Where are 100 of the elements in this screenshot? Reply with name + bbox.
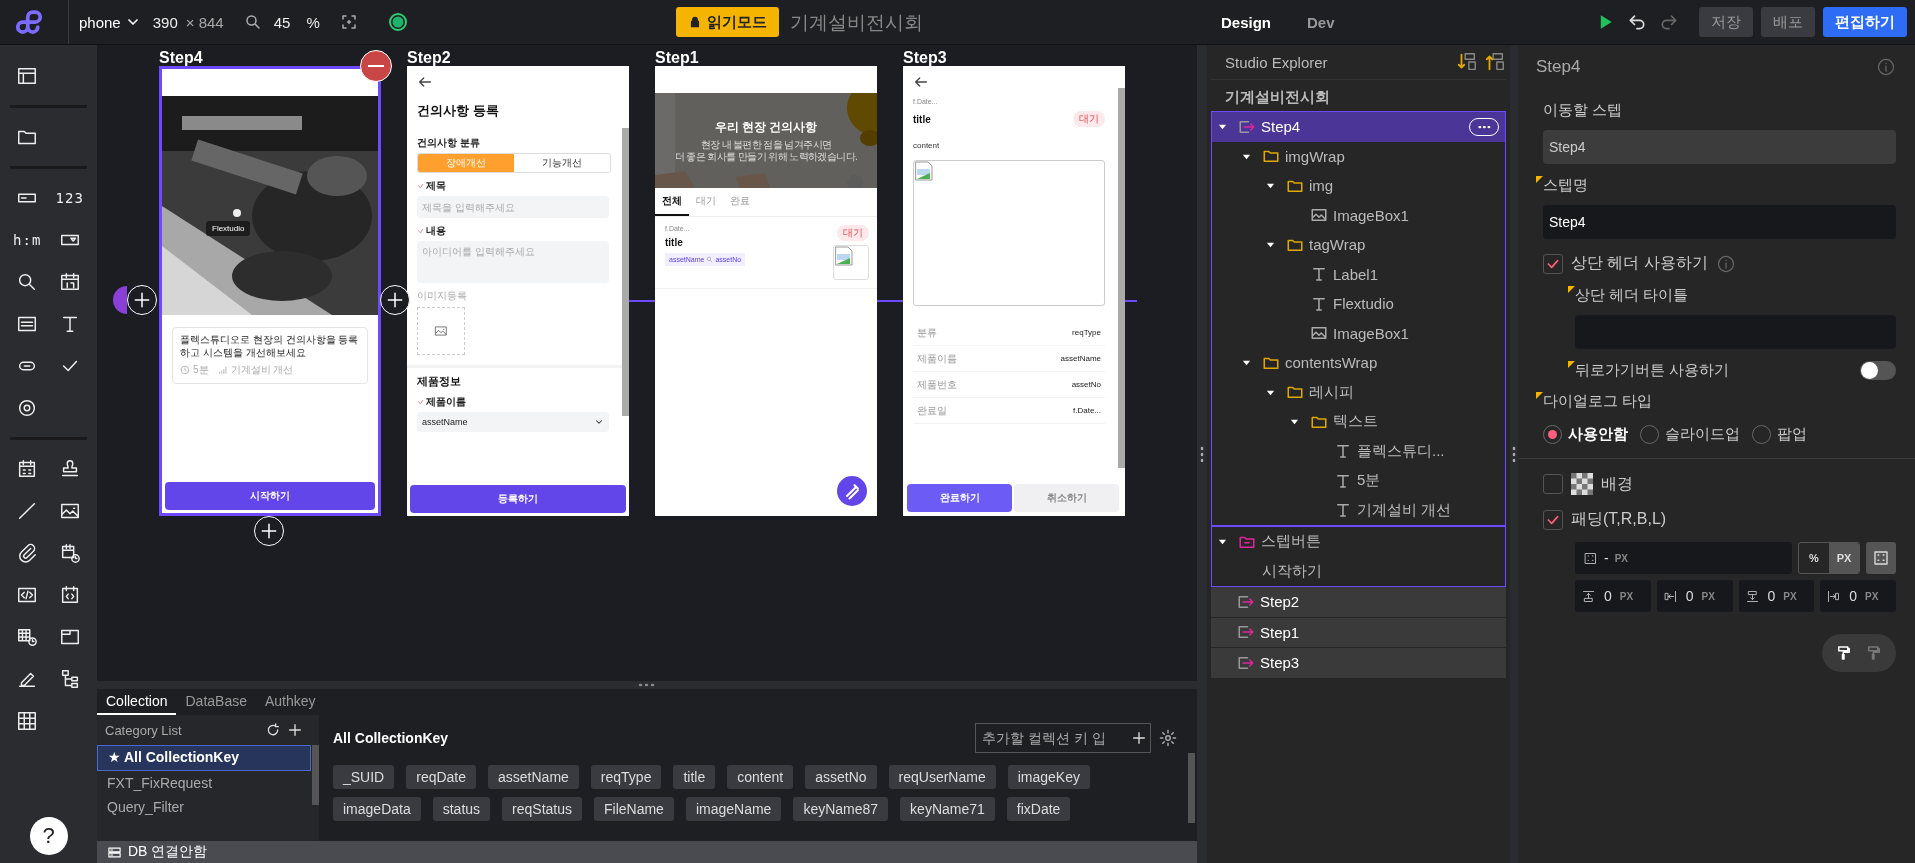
number-tool[interactable]: 123 — [55, 190, 84, 206]
collapse-all-icon[interactable] — [1484, 51, 1506, 73]
tree-item[interactable]: Step4 — [1212, 112, 1505, 142]
key-chip[interactable]: title — [673, 765, 716, 789]
resize-handle[interactable] — [1512, 446, 1516, 462]
padding-side-field[interactable]: 0 PX — [1738, 580, 1815, 612]
undo-icon[interactable] — [1627, 12, 1647, 32]
key-chip[interactable]: reqDate — [406, 765, 477, 789]
add-step-button[interactable] — [127, 285, 157, 315]
layout-icon[interactable] — [16, 65, 39, 87]
title-field[interactable]: 제목을 입력해주세요 — [417, 196, 609, 218]
target-step-field[interactable]: Step4 — [1543, 130, 1896, 164]
submit-button[interactable]: 등록하기 — [410, 485, 626, 513]
scrollbar[interactable] — [1118, 88, 1125, 468]
phone-screen[interactable]: 건의사항 등록 건의사항 분류 장애개선 기능개선 제목 제목을 입력해주세요 내용 아이디어를 입력해주세요 이미지등록 제품정보 제품이름 assetName 등록하기 — [407, 66, 629, 516]
time-tool[interactable]: h:m — [13, 232, 42, 248]
caret-down-icon[interactable] — [1266, 181, 1275, 191]
zoom-icon[interactable] — [243, 13, 262, 31]
category-item[interactable]: Query_Filter — [97, 795, 311, 819]
tree-item[interactable]: ImageBox1 — [1212, 200, 1505, 230]
tree-item[interactable]: Step1 — [1211, 617, 1506, 647]
complete-button[interactable]: 완료하기 — [907, 484, 1012, 512]
padding-side-field[interactable]: 0 PX — [1820, 580, 1896, 612]
product-select[interactable]: assetName — [417, 412, 609, 432]
checkbox[interactable] — [1543, 509, 1563, 530]
resize-handle[interactable] — [1200, 446, 1204, 462]
key-chip[interactable]: keyName71 — [900, 797, 995, 821]
checkbox[interactable] — [1543, 474, 1563, 494]
tree-item[interactable]: 시작하기 — [1212, 556, 1505, 586]
step-name-field[interactable]: Step4 — [1543, 205, 1896, 239]
scrollbar[interactable] — [1188, 753, 1195, 823]
caret-down-icon[interactable] — [1218, 122, 1227, 132]
tree-item[interactable]: 레시피 — [1212, 377, 1505, 407]
key-chip[interactable]: reqType — [590, 765, 662, 789]
radio-option[interactable]: 팝업 — [1752, 425, 1807, 444]
info-icon[interactable] — [1715, 253, 1736, 274]
category-item[interactable]: FXT_FixRequest — [97, 771, 311, 795]
remove-step-button[interactable] — [360, 50, 392, 82]
panel-tab[interactable]: Authkey — [255, 689, 325, 715]
tree-item[interactable]: imgWrap — [1212, 141, 1505, 171]
category-item[interactable]: ★ All CollectionKey — [97, 745, 311, 771]
device-dropdown[interactable]: phone — [68, 0, 141, 44]
unit-option[interactable]: PX — [1829, 543, 1859, 573]
tree-item[interactable]: Label1 — [1212, 259, 1505, 289]
padding-side-field[interactable]: 0 PX — [1575, 580, 1651, 612]
paint-roller-icon[interactable] — [1835, 644, 1853, 662]
key-chip[interactable]: assetNo — [805, 765, 877, 789]
key-chip[interactable]: reqUserName — [888, 765, 996, 789]
settings-icon[interactable] — [1159, 729, 1177, 747]
edit-button[interactable]: 편집하기 — [1823, 7, 1907, 37]
scrollbar[interactable] — [622, 128, 629, 416]
grid-icon[interactable] — [16, 710, 39, 732]
panel-tab[interactable]: DataBase — [176, 689, 256, 715]
drag-handle[interactable] — [113, 286, 127, 314]
radio-option[interactable]: 사용안함 — [1543, 425, 1628, 444]
calendar-icon[interactable] — [58, 271, 81, 293]
key-chip[interactable]: content — [727, 765, 794, 789]
phone-screen[interactable]: Flextudio 플렉스튜디오로 현장의 건의사항을 등록하고 시스템을 개선해보세요 5분 기계설비 개선 시작하기 — [159, 66, 381, 516]
table-clock-icon[interactable] — [16, 626, 39, 648]
read-mode-button[interactable]: 읽기모드 — [676, 7, 779, 37]
mode-tab[interactable]: Design — [1203, 0, 1289, 44]
padding-mode-button[interactable] — [1866, 542, 1896, 574]
toolbar-button[interactable]: 저장 — [1699, 7, 1753, 37]
checkbox[interactable] — [1543, 253, 1563, 274]
caret-down-icon[interactable] — [1290, 417, 1299, 427]
caret-down-icon[interactable] — [1218, 537, 1227, 547]
fit-screen-icon[interactable] — [339, 13, 358, 31]
key-chip[interactable]: imageName — [685, 797, 782, 821]
padding-all-field[interactable]: - PX — [1575, 542, 1792, 574]
tree-item[interactable]: ImageBox1 — [1212, 318, 1505, 348]
back-arrow-icon[interactable] — [913, 74, 929, 90]
padding-side-field[interactable]: 0 PX — [1656, 580, 1733, 612]
tree-item[interactable]: Step2 — [1211, 587, 1506, 617]
key-chip[interactable]: assetName — [488, 765, 579, 789]
key-chip[interactable]: keyName87 — [793, 797, 889, 821]
add-step-button[interactable] — [380, 285, 410, 315]
mode-tab[interactable]: Dev — [1289, 0, 1353, 44]
logo-icon[interactable] — [14, 7, 44, 37]
tree-item[interactable]: 플렉스튜디... — [1212, 436, 1505, 466]
expand-all-icon[interactable] — [1456, 51, 1478, 73]
help-button[interactable]: ? — [29, 817, 68, 855]
tree-item[interactable]: contentsWrap — [1212, 348, 1505, 378]
tree-item[interactable]: img — [1212, 171, 1505, 201]
tree-item[interactable]: 5분 — [1212, 466, 1505, 496]
toolbar-button[interactable]: 배포 — [1761, 7, 1815, 37]
start-button[interactable]: 시작하기 — [165, 482, 375, 510]
edit-button[interactable] — [837, 476, 867, 506]
tree-item[interactable]: 스텝버튼 — [1212, 527, 1505, 557]
radio-option[interactable]: 슬라이드업 — [1640, 425, 1740, 444]
scrollbar[interactable] — [312, 745, 319, 805]
caret-down-icon[interactable] — [1242, 358, 1251, 368]
add-icon[interactable] — [287, 722, 303, 738]
filter-tab[interactable]: 전체 — [655, 188, 689, 216]
info-icon[interactable] — [1876, 57, 1896, 77]
key-chip[interactable]: _SUID — [333, 765, 395, 789]
tree-item[interactable]: Step3 — [1211, 648, 1506, 678]
tree-item[interactable]: 텍스트 — [1212, 407, 1505, 437]
key-chip[interactable]: reqStatus — [502, 797, 582, 821]
tree-item[interactable]: 기계설비 개선 — [1212, 495, 1505, 525]
key-chip[interactable]: imageKey — [1007, 765, 1090, 789]
